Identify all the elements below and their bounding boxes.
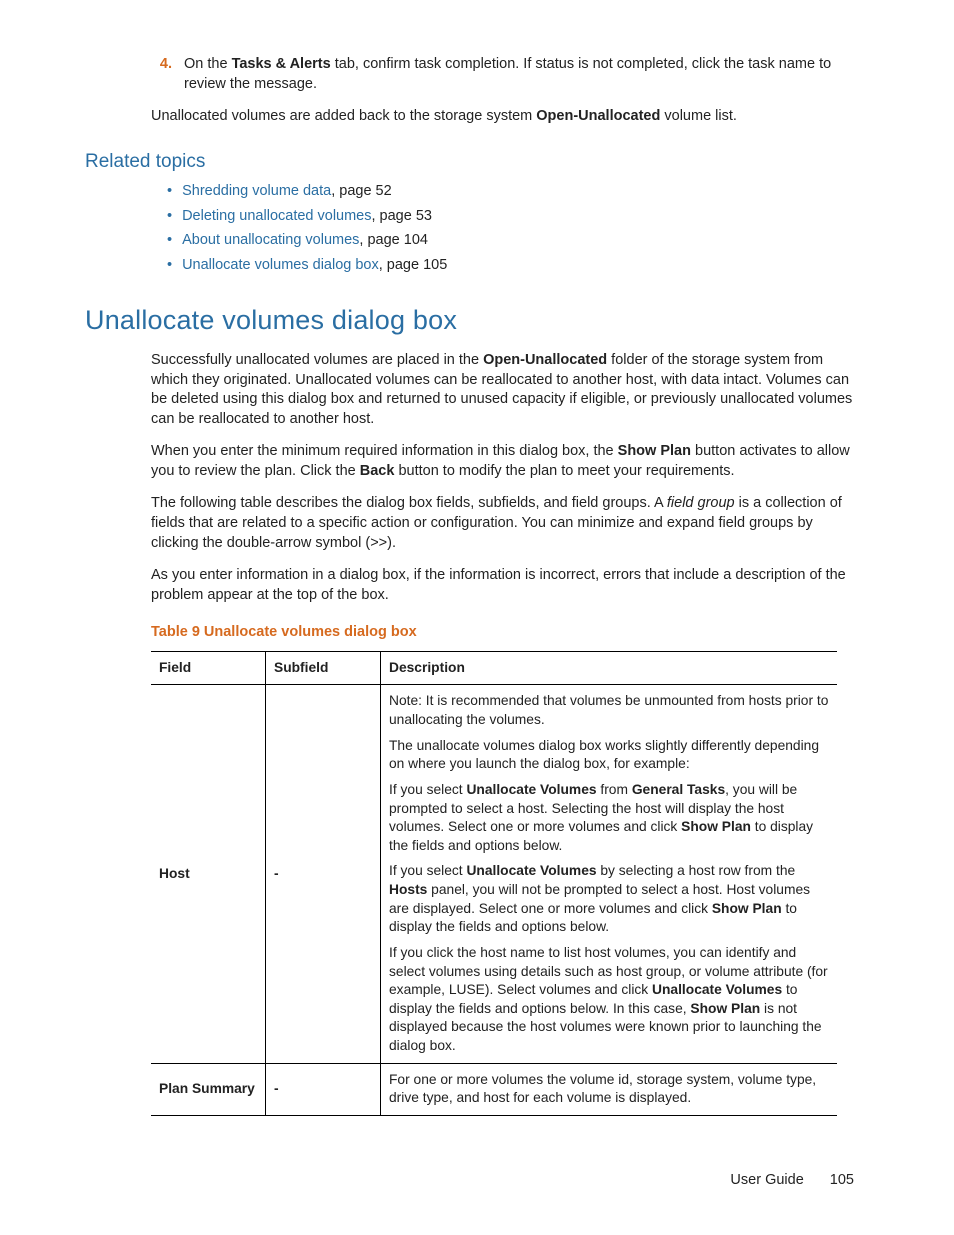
table-row: Plan Summary - For one or more volumes t… — [151, 1063, 837, 1115]
related-link-item: Unallocate volumes dialog box, page 105 — [167, 256, 854, 276]
cell-field: Plan Summary — [151, 1063, 266, 1115]
related-link[interactable]: Shredding volume data — [182, 183, 331, 199]
body-paragraph: Successfully unallocated volumes are pla… — [151, 351, 854, 429]
cell-field: Host — [151, 685, 266, 1063]
body-paragraph: As you enter information in a dialog box… — [151, 566, 854, 605]
related-link-item: About unallocating volumes, page 104 — [167, 231, 854, 251]
related-link[interactable]: Deleting unallocated volumes — [182, 208, 371, 224]
body-paragraph: The following table describes the dialog… — [151, 494, 854, 553]
page-number: 105 — [830, 1172, 854, 1188]
col-header-field: Field — [151, 651, 266, 685]
col-header-subfield: Subfield — [266, 651, 381, 685]
tab-name: Tasks & Alerts — [232, 56, 331, 72]
cell-description: Note: It is recommended that volumes be … — [381, 685, 838, 1063]
step-text: On the Tasks & Alerts tab, confirm task … — [184, 55, 854, 94]
page-footer: User Guide 105 — [730, 1171, 854, 1191]
fields-table: Field Subfield Description Host - Note: … — [151, 651, 837, 1116]
table-caption: Table 9 Unallocate volumes dialog box — [151, 623, 854, 643]
related-link-item: Deleting unallocated volumes, page 53 — [167, 207, 854, 227]
table-row: Host - Note: It is recommended that volu… — [151, 685, 837, 1063]
related-link[interactable]: Unallocate volumes dialog box — [182, 257, 379, 273]
related-link[interactable]: About unallocating volumes — [182, 232, 359, 248]
after-step-paragraph: Unallocated volumes are added back to th… — [151, 107, 854, 127]
cell-subfield: - — [266, 685, 381, 1063]
cell-subfield: - — [266, 1063, 381, 1115]
body-paragraph: When you enter the minimum required info… — [151, 442, 854, 481]
procedure-step: 4. On the Tasks & Alerts tab, confirm ta… — [148, 55, 854, 94]
section-heading: Unallocate volumes dialog box — [85, 302, 854, 338]
step-number: 4. — [148, 55, 172, 94]
related-link-item: Shredding volume data, page 52 — [167, 182, 854, 202]
col-header-description: Description — [381, 651, 838, 685]
table-header-row: Field Subfield Description — [151, 651, 837, 685]
related-topics-heading: Related topics — [85, 149, 854, 175]
cell-description: For one or more volumes the volume id, s… — [381, 1063, 838, 1115]
footer-title: User Guide — [730, 1172, 803, 1188]
related-topics-list: Shredding volume data, page 52 Deleting … — [167, 182, 854, 275]
